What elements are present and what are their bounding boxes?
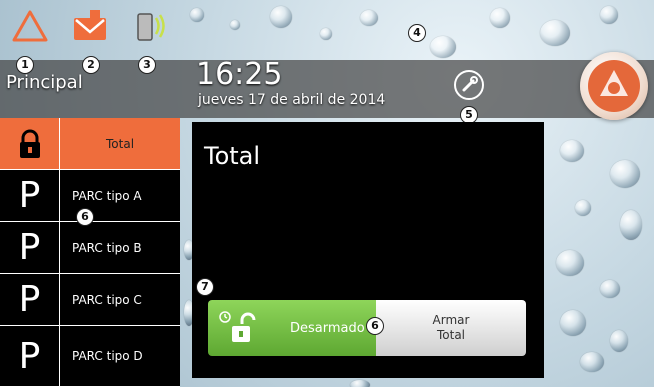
partial-arm-icon: P: [0, 170, 60, 221]
lock-icon: [0, 118, 60, 169]
callout-4: 4: [408, 24, 426, 42]
screen: 1 2 3 4 5 Principal 16:25 jueves 17 de a…: [0, 0, 654, 387]
list-item-parc-d[interactable]: P PARC tipo D: [0, 326, 180, 387]
drop: [270, 6, 292, 28]
list-item-label: PARC tipo B: [72, 240, 142, 255]
drop: [610, 330, 628, 352]
drop: [560, 140, 584, 162]
drop: [620, 210, 642, 240]
list-item-label: PARC tipo C: [72, 292, 142, 307]
drop: [600, 280, 620, 298]
drop: [580, 352, 604, 372]
drop: [600, 6, 618, 24]
clock-time: 16:25: [196, 57, 283, 92]
status-panel: Total Desarmado Armar Total: [192, 122, 544, 378]
drop: [230, 20, 240, 30]
clock-date: jueves 17 de abril de 2014: [198, 92, 386, 108]
wrench-icon: [462, 76, 478, 92]
drop: [575, 200, 591, 216]
drop: [490, 8, 510, 28]
drop: [190, 8, 204, 22]
callout-3: 3: [138, 56, 156, 74]
alarm-triangle-icon[interactable]: [10, 6, 50, 46]
partial-arm-icon: P: [0, 326, 60, 386]
partition-list: Total P PARC tipo A P PARC tipo B P PARC…: [0, 118, 180, 387]
partial-arm-icon: P: [0, 274, 60, 325]
list-item-label: PARC tipo D: [72, 349, 143, 363]
list-item-total[interactable]: Total: [0, 118, 180, 170]
drop: [430, 36, 456, 58]
page-title: Principal: [6, 72, 83, 93]
arm-label-line1: Armar: [432, 313, 470, 327]
drop: [350, 380, 370, 387]
partial-arm-icon: P: [0, 222, 60, 273]
disarmed-label: Desarmado: [290, 320, 365, 336]
list-item-label: PARC tipo A: [72, 188, 142, 203]
list-item-label: Total: [106, 136, 135, 151]
drop: [360, 10, 378, 26]
callout-6-button: 6: [366, 317, 384, 335]
callout-6-list: 6: [76, 208, 94, 226]
callout-2: 2: [82, 56, 100, 74]
phone-signal-icon[interactable]: [130, 6, 170, 46]
brand-logo: [580, 52, 648, 120]
drop: [610, 160, 640, 188]
drop: [320, 28, 332, 40]
disarmed-button[interactable]: Desarmado: [208, 300, 376, 356]
unlock-icon: [219, 311, 256, 342]
list-item-parc-b[interactable]: P PARC tipo B: [0, 222, 180, 274]
arm-label-line2: Total: [436, 328, 466, 342]
arm-total-button[interactable]: Armar Total: [376, 300, 526, 356]
callout-7: 7: [196, 278, 214, 296]
drop: [540, 20, 570, 46]
panel-title: Total: [204, 142, 261, 170]
drop: [556, 250, 584, 276]
envelope-icon[interactable]: [70, 6, 110, 46]
list-item-parc-c[interactable]: P PARC tipo C: [0, 274, 180, 326]
settings-button[interactable]: [454, 70, 484, 100]
drop: [560, 310, 586, 336]
